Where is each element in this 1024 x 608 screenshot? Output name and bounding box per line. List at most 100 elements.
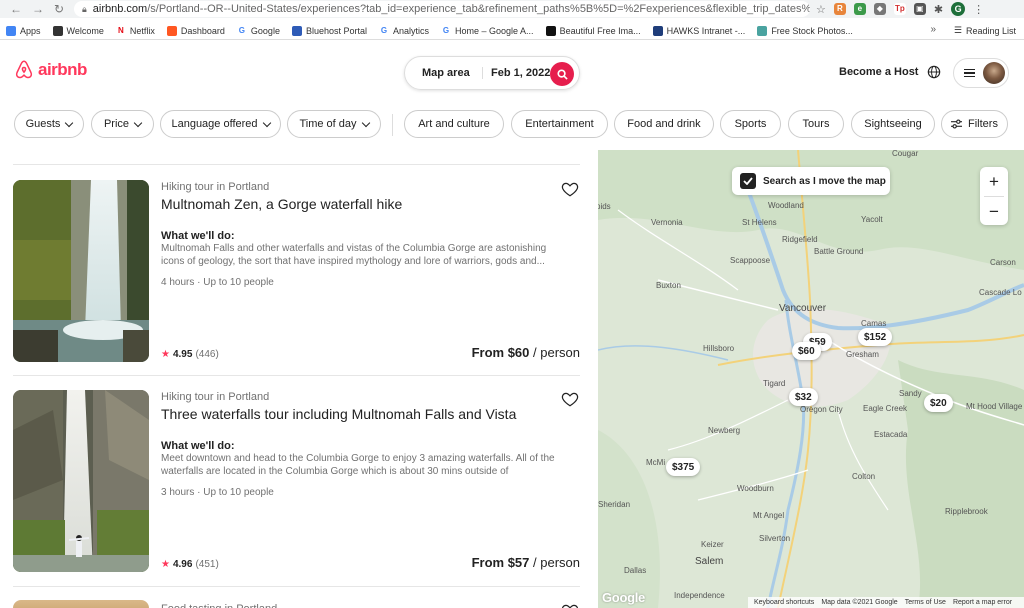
filter-guests[interactable]: Guests	[14, 110, 84, 138]
forward-icon[interactable]: →	[32, 2, 44, 16]
bookmark-item[interactable]: G Analytics	[379, 26, 429, 36]
listing-meta: 4 hours · Up to 10 people	[161, 277, 274, 288]
category-sports[interactable]: Sports	[720, 110, 781, 138]
checkbox-checked[interactable]	[740, 173, 756, 189]
map-panel[interactable]: pids Vernonia St Helens Woodland Yacolt …	[598, 150, 1024, 608]
chevron-down-icon	[361, 118, 370, 127]
address-bar[interactable]: 🔒︎ airbnb.com/s/Portland--OR--United-Sta…	[74, 1, 810, 17]
price-pin[interactable]: $152	[858, 328, 893, 346]
filter-price-label: Price	[103, 118, 130, 130]
dashboard-icon	[166, 25, 177, 36]
category-sightseeing[interactable]: Sightseeing	[851, 110, 935, 138]
filter-language[interactable]: Language offered	[160, 110, 281, 138]
report-map-error-link[interactable]: Report a map error	[953, 599, 1012, 606]
search-bar[interactable]: Map area Feb 1, 2022	[404, 56, 580, 90]
divider	[13, 164, 580, 165]
map-footer: Keyboard shortcuts Map data ©2021 Google…	[748, 597, 1024, 608]
price-pin[interactable]: $32	[789, 388, 818, 406]
extensions-puzzle-icon[interactable]: ✱	[934, 3, 943, 16]
divider	[13, 586, 580, 587]
listing-photo[interactable]	[13, 180, 149, 362]
bookmark-item[interactable]: Free Stock Photos...	[757, 25, 853, 36]
bookmark-item[interactable]: Welcome	[52, 25, 104, 36]
listing-card[interactable]: Hiking tour in Portland Multnomah Zen, a…	[13, 180, 580, 362]
what-we-do-label: What we'll do:	[161, 230, 235, 242]
map-label: Eagle Creek	[863, 404, 908, 413]
bookmarks-overflow-button[interactable]: »	[930, 24, 936, 35]
listing-price: From $57 / person	[472, 555, 580, 570]
bookmark-item[interactable]: Beautiful Free Ima...	[545, 25, 641, 36]
extension-shield-icon[interactable]: ◆	[873, 3, 886, 15]
bookmark-item[interactable]: Dashboard	[166, 25, 225, 36]
stock-photos-icon	[757, 25, 768, 36]
map-label: Hillsboro	[703, 344, 735, 353]
extension-green-icon[interactable]: e	[853, 3, 866, 15]
listing-photo[interactable]	[13, 600, 149, 608]
review-count: (446)	[195, 349, 219, 360]
hawks-icon	[652, 25, 663, 36]
bookmark-item[interactable]: G Google	[237, 26, 280, 36]
bookmark-star-icon[interactable]: ☆	[816, 3, 826, 16]
category-art-and-culture[interactable]: Art and culture	[404, 110, 504, 138]
listing-description: Meet downtown and head to the Columbia G…	[161, 453, 555, 477]
zoom-in-button[interactable]: +	[980, 167, 1008, 196]
heart-icon[interactable]	[561, 390, 579, 408]
reading-list-button[interactable]: ☰ Reading List	[954, 25, 1016, 36]
extension-tp-icon[interactable]: Tp	[893, 3, 906, 15]
search-as-move-toggle[interactable]: Search as I move the map	[732, 167, 890, 195]
bookmark-item[interactable]: N Netflix	[116, 26, 155, 36]
filter-time-of-day[interactable]: Time of day	[287, 110, 381, 138]
category-entertainment[interactable]: Entertainment	[511, 110, 608, 138]
filter-bar: Guests Price Language offered Time of da…	[0, 108, 1024, 140]
bookmark-label: Dashboard	[180, 25, 225, 36]
listing-card[interactable]: Hiking tour in Portland Three waterfalls…	[13, 390, 580, 572]
price-pin[interactable]: $20	[924, 394, 953, 412]
listing-title[interactable]: Multnomah Zen, a Gorge waterfall hike	[161, 196, 402, 212]
map-label: Ridgefield	[782, 235, 818, 244]
airbnb-logo[interactable]: airbnb	[14, 60, 87, 80]
google-icon: G	[238, 25, 246, 35]
user-menu-button[interactable]	[953, 58, 1009, 88]
bookmark-label: Welcome	[66, 25, 104, 36]
heart-icon[interactable]	[561, 180, 579, 198]
back-icon[interactable]: ←	[10, 2, 22, 16]
search-date[interactable]: Feb 1, 2022	[483, 67, 555, 79]
reading-list-icon: ☰	[953, 25, 962, 35]
search-location[interactable]: Map area	[405, 67, 483, 79]
reading-list-label: Reading List	[965, 25, 1016, 36]
bookmark-item[interactable]: G Home – Google A...	[441, 26, 534, 36]
extension-gray-icon[interactable]: ▣	[913, 3, 926, 15]
bookmark-item[interactable]: Apps	[6, 25, 41, 36]
search-button[interactable]	[550, 62, 574, 86]
price-pin[interactable]: $60	[792, 342, 821, 360]
map-label: Oregon City	[800, 405, 843, 414]
listing-rating: ★ 4.95 (446)	[161, 349, 219, 360]
category-food-and-drink[interactable]: Food and drink	[614, 110, 714, 138]
filter-language-label: Language offered	[171, 118, 258, 130]
google-logo: Google	[602, 590, 645, 605]
profile-avatar[interactable]: G	[951, 2, 966, 16]
map-label: Estacada	[874, 430, 908, 439]
bookmark-label: HAWKS Intranet -...	[666, 25, 746, 36]
browser-menu-icon[interactable]: ⋮	[973, 3, 984, 16]
price-pin[interactable]: $375	[666, 458, 701, 476]
bookmark-item[interactable]: Bluehost Portal	[291, 25, 367, 36]
listing-title[interactable]: Three waterfalls tour including Multnoma…	[161, 406, 516, 422]
become-host-link[interactable]: Become a Host	[839, 66, 918, 78]
zoom-out-button[interactable]: −	[980, 197, 1008, 226]
listing-card[interactable]: Food tasting in Portland	[13, 600, 580, 608]
globe-icon[interactable]	[927, 65, 941, 79]
listing-photo[interactable]	[13, 390, 149, 572]
hamburger-icon	[964, 67, 975, 80]
category-tours[interactable]: Tours	[788, 110, 844, 138]
heart-icon[interactable]	[561, 602, 579, 608]
logo-text: airbnb	[38, 60, 87, 79]
filters-button[interactable]: Filters	[941, 110, 1008, 138]
filter-price[interactable]: Price	[91, 110, 154, 138]
map-label: Woodburn	[737, 484, 774, 493]
reload-icon[interactable]: ↻	[54, 2, 64, 16]
keyboard-shortcuts-link[interactable]: Keyboard shortcuts	[754, 599, 814, 606]
terms-link[interactable]: Terms of Use	[905, 599, 946, 606]
extension-orange-icon[interactable]: R	[833, 3, 846, 15]
bookmark-item[interactable]: HAWKS Intranet -...	[652, 25, 746, 36]
